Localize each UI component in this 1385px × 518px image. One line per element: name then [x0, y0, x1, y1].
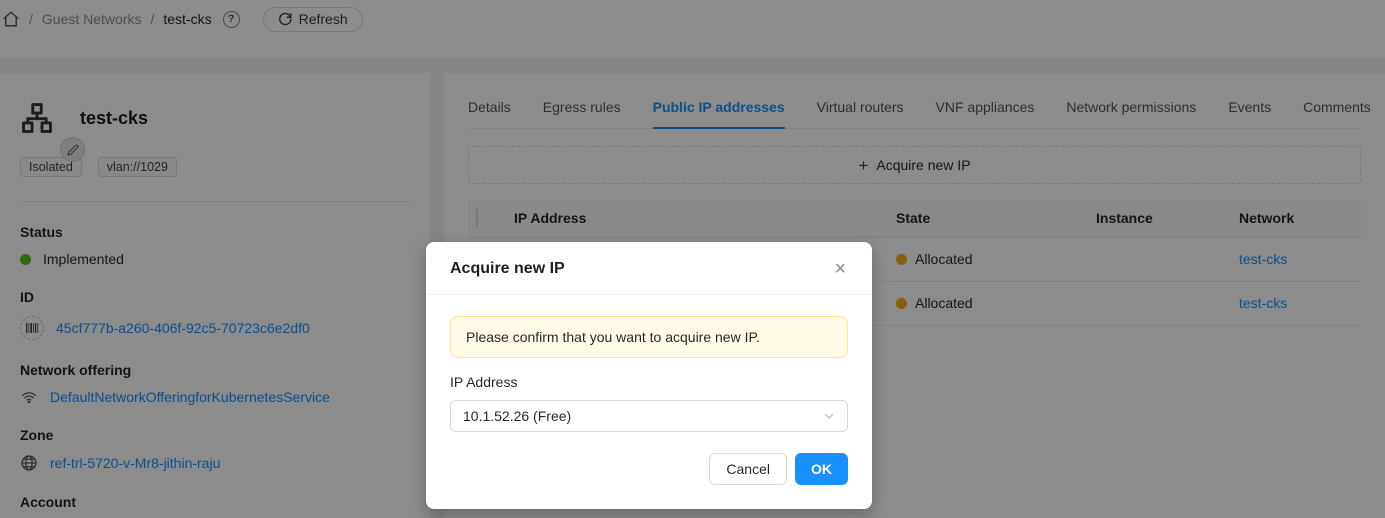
chevron-down-icon	[823, 410, 835, 422]
close-icon[interactable]: ×	[832, 259, 848, 279]
modal-title: Acquire new IP	[450, 260, 565, 278]
ip-address-selected-value: 10.1.52.26 (Free)	[463, 408, 571, 424]
confirm-alert: Please confirm that you want to acquire …	[450, 316, 848, 358]
ip-address-field-label: IP Address	[450, 374, 848, 390]
cancel-button[interactable]: Cancel	[709, 453, 787, 485]
acquire-new-ip-modal: Acquire new IP × Please confirm that you…	[426, 242, 872, 509]
ip-address-select[interactable]: 10.1.52.26 (Free)	[450, 400, 848, 432]
ok-button[interactable]: OK	[795, 453, 848, 485]
